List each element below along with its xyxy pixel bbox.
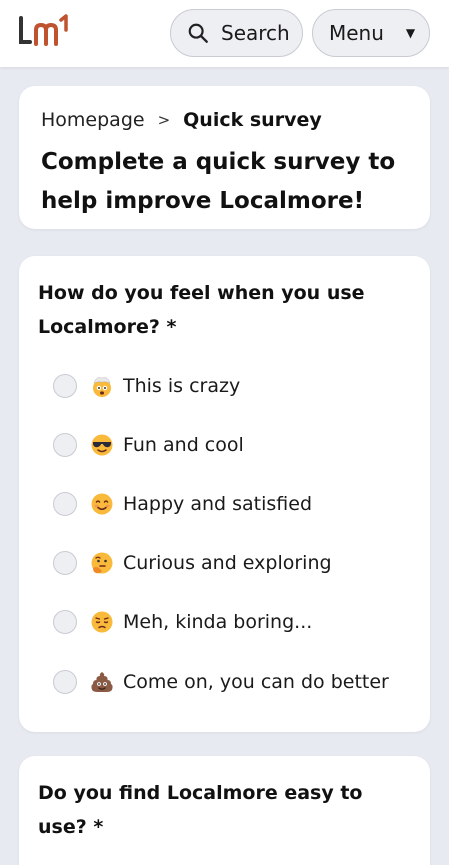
question-title: Do you find Localmore easy to use? * (38, 782, 363, 838)
radio-button[interactable] (53, 669, 77, 694)
option-come-on-you-can-do-better[interactable]: Come on, you can do better (53, 652, 389, 711)
option-label: Meh, kinda boring... (123, 611, 313, 634)
top-bar: Search Menu ▼ (0, 0, 449, 67)
option-fun-and-cool[interactable]: Fun and cool (53, 415, 389, 474)
radio-button[interactable] (53, 491, 77, 516)
exploding-head-emoji-icon (93, 376, 111, 397)
radio-button[interactable] (53, 610, 77, 635)
option-label: Happy and satisfied (123, 492, 313, 515)
page-title: Complete a quick survey to help improve … (41, 149, 396, 214)
menu-button[interactable]: Menu ▼ (312, 9, 430, 57)
search-button[interactable]: Search (170, 9, 303, 57)
option-label: Curious and exploring (123, 552, 332, 575)
smiling-face-emoji-icon (91, 493, 113, 515)
option-this-is-crazy[interactable]: This is crazy (53, 356, 389, 415)
option-label: This is crazy (123, 374, 241, 397)
option-happy-and-satisfied[interactable]: Happy and satisfied (53, 474, 389, 533)
breadcrumb: Homepage > Quick survey (41, 109, 322, 131)
pensive-face-emoji-icon (91, 611, 113, 633)
breadcrumb-separator: > (157, 111, 171, 129)
caret-down-icon: ▼ (405, 26, 416, 40)
localmore-logo[interactable] (18, 14, 70, 48)
option-meh-kinda-boring[interactable]: Meh, kinda boring... (53, 593, 389, 652)
search-icon (188, 23, 208, 43)
question-card-ease: Do you find Localmore easy to use? * (19, 756, 430, 865)
option-label: Fun and cool (123, 433, 244, 456)
radio-button[interactable] (53, 432, 77, 457)
breadcrumb-home-link[interactable]: Homepage (41, 109, 145, 131)
radio-button[interactable] (53, 551, 77, 576)
radio-button[interactable] (53, 373, 77, 398)
question-title: How do you feel when you use Localmore? … (38, 282, 365, 338)
header-card: Homepage > Quick survey Complete a quick… (19, 86, 430, 229)
breadcrumb-current: Quick survey (183, 109, 322, 131)
question-card-feel: How do you feel when you use Localmore? … (19, 256, 430, 732)
sunglasses-emoji-icon (91, 434, 113, 456)
option-curious-and-exploring[interactable]: Curious and exploring (53, 534, 389, 593)
option-list: This is crazy Fun and cool Happy and sat… (53, 370, 389, 711)
menu-label: Menu (329, 21, 384, 45)
poop-emoji-icon (91, 671, 113, 692)
option-label: Come on, you can do better (123, 670, 389, 693)
search-label: Search (221, 21, 290, 45)
thinking-face-emoji-icon (91, 552, 113, 574)
